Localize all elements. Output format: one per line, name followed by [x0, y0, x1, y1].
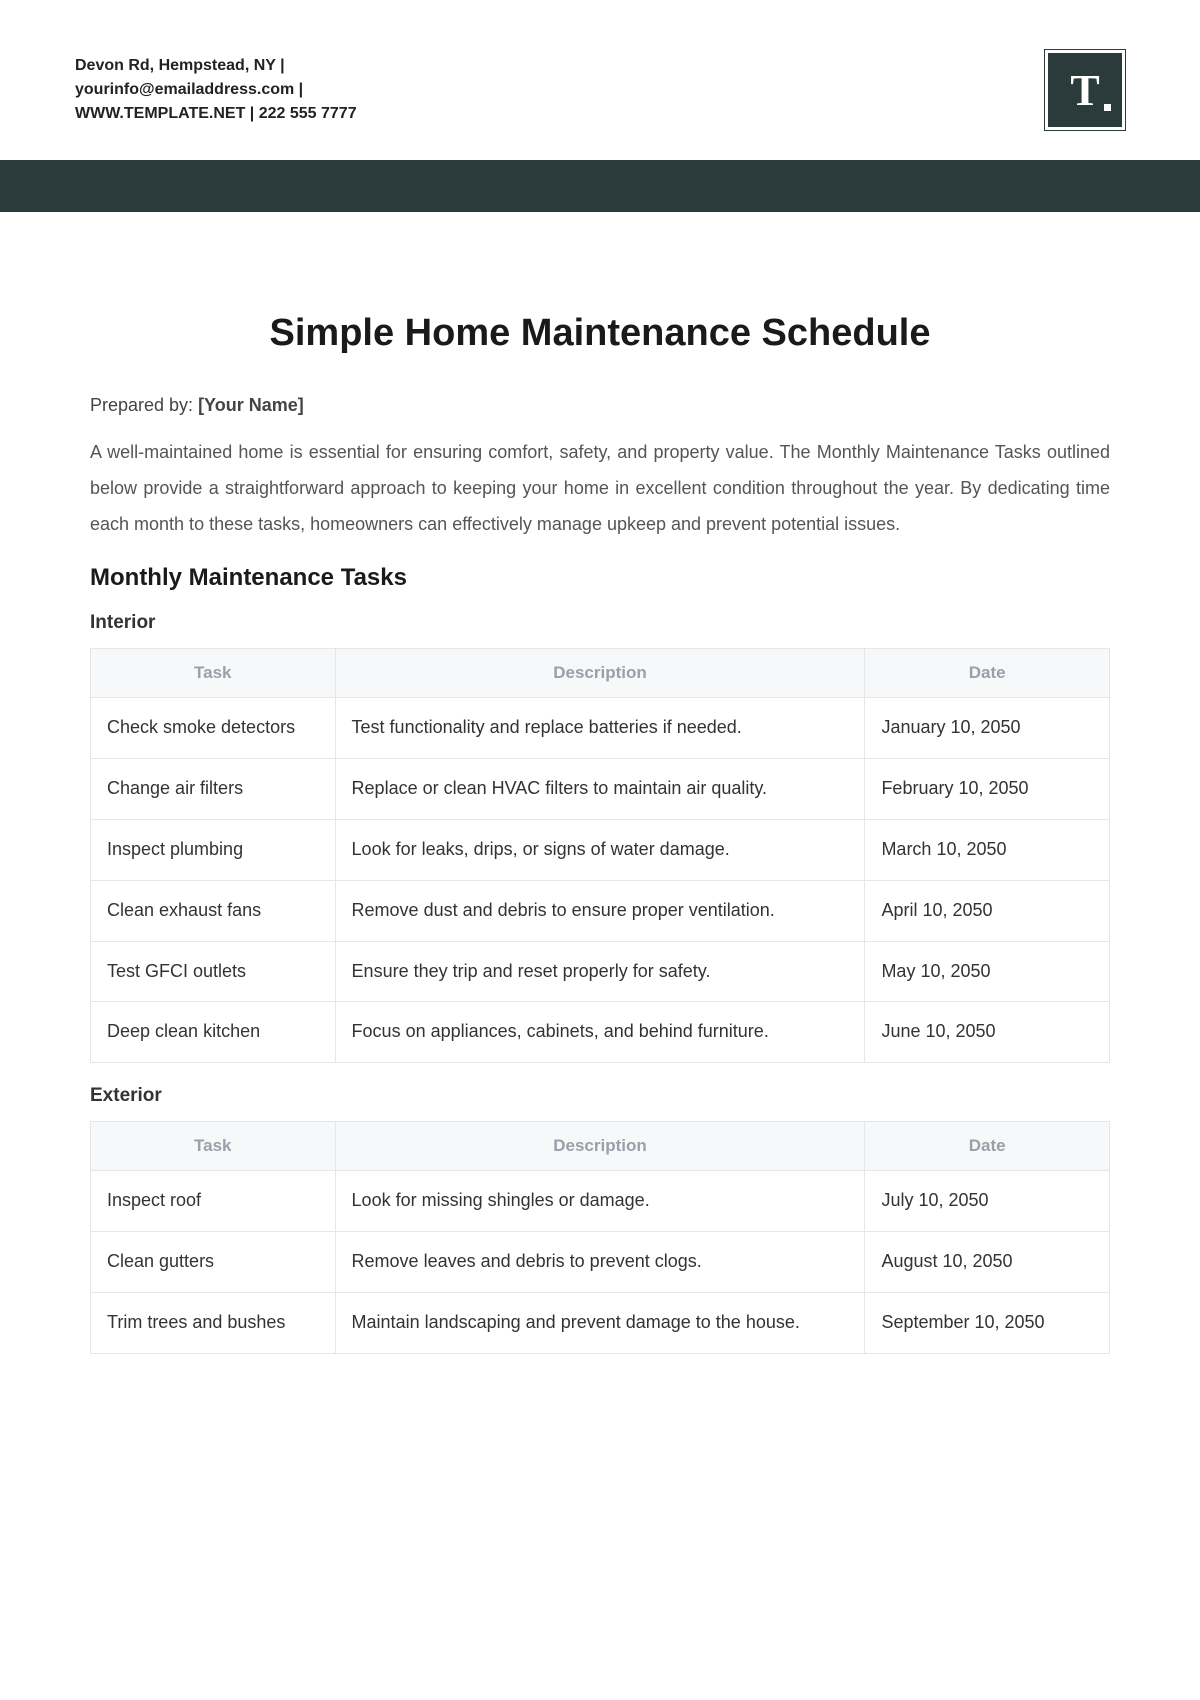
col-task: Task — [91, 649, 336, 698]
cell-task: Check smoke detectors — [91, 698, 336, 759]
cell-task: Clean exhaust fans — [91, 880, 336, 941]
cell-description: Remove dust and debris to ensure proper … — [335, 880, 865, 941]
cell-task: Clean gutters — [91, 1232, 336, 1293]
cell-task: Trim trees and bushes — [91, 1293, 336, 1354]
contact-info: Devon Rd, Hempstead, NY | yourinfo@email… — [75, 54, 357, 126]
table-row: Trim trees and bushes Maintain landscapi… — [91, 1293, 1110, 1354]
table-row: Change air filters Replace or clean HVAC… — [91, 758, 1110, 819]
cell-date: August 10, 2050 — [865, 1232, 1110, 1293]
logo-letter: T — [1070, 65, 1099, 116]
table-row: Test GFCI outlets Ensure they trip and r… — [91, 941, 1110, 1002]
table-row: Deep clean kitchen Focus on appliances, … — [91, 1002, 1110, 1063]
col-task: Task — [91, 1122, 336, 1171]
cell-task: Deep clean kitchen — [91, 1002, 336, 1063]
cell-date: February 10, 2050 — [865, 758, 1110, 819]
table-row: Inspect plumbing Look for leaks, drips, … — [91, 819, 1110, 880]
divider-bar — [0, 160, 1200, 212]
cell-date: March 10, 2050 — [865, 819, 1110, 880]
cell-description: Focus on appliances, cabinets, and behin… — [335, 1002, 865, 1063]
interior-table: Task Description Date Check smoke detect… — [90, 648, 1110, 1063]
cell-date: January 10, 2050 — [865, 698, 1110, 759]
col-date: Date — [865, 649, 1110, 698]
contact-line-1: Devon Rd, Hempstead, NY | — [75, 54, 357, 78]
table-header-row: Task Description Date — [91, 1122, 1110, 1171]
table-row: Inspect roof Look for missing shingles o… — [91, 1171, 1110, 1232]
col-description: Description — [335, 1122, 865, 1171]
cell-description: Replace or clean HVAC filters to maintai… — [335, 758, 865, 819]
cell-date: June 10, 2050 — [865, 1002, 1110, 1063]
cell-task: Inspect plumbing — [91, 819, 336, 880]
cell-task: Change air filters — [91, 758, 336, 819]
col-description: Description — [335, 649, 865, 698]
cell-date: May 10, 2050 — [865, 941, 1110, 1002]
table-header-row: Task Description Date — [91, 649, 1110, 698]
cell-description: Test functionality and replace batteries… — [335, 698, 865, 759]
cell-description: Look for missing shingles or damage. — [335, 1171, 865, 1232]
page-title: Simple Home Maintenance Schedule — [90, 312, 1110, 355]
cell-task: Test GFCI outlets — [91, 941, 336, 1002]
interior-heading: Interior — [90, 612, 1110, 634]
intro-paragraph: A well-maintained home is essential for … — [90, 434, 1110, 542]
contact-line-3: WWW.TEMPLATE.NET | 222 555 7777 — [75, 102, 357, 126]
prepared-by-line: Prepared by: [Your Name] — [90, 395, 1110, 416]
cell-task: Inspect roof — [91, 1171, 336, 1232]
col-date: Date — [865, 1122, 1110, 1171]
cell-description: Ensure they trip and reset properly for … — [335, 941, 865, 1002]
cell-description: Look for leaks, drips, or signs of water… — [335, 819, 865, 880]
prepared-by-value: [Your Name] — [198, 395, 304, 415]
document-header: Devon Rd, Hempstead, NY | yourinfo@email… — [0, 0, 1200, 160]
cell-description: Remove leaves and debris to prevent clog… — [335, 1232, 865, 1293]
prepared-by-label: Prepared by: — [90, 395, 198, 415]
exterior-table: Task Description Date Inspect roof Look … — [90, 1121, 1110, 1354]
table-row: Clean exhaust fans Remove dust and debri… — [91, 880, 1110, 941]
table-row: Clean gutters Remove leaves and debris t… — [91, 1232, 1110, 1293]
exterior-heading: Exterior — [90, 1085, 1110, 1107]
cell-date: July 10, 2050 — [865, 1171, 1110, 1232]
cell-date: September 10, 2050 — [865, 1293, 1110, 1354]
document-body: Simple Home Maintenance Schedule Prepare… — [0, 212, 1200, 1416]
logo-dot-icon — [1104, 104, 1111, 111]
table-row: Check smoke detectors Test functionality… — [91, 698, 1110, 759]
cell-description: Maintain landscaping and prevent damage … — [335, 1293, 865, 1354]
section-heading: Monthly Maintenance Tasks — [90, 564, 1110, 592]
brand-logo: T — [1045, 50, 1125, 130]
cell-date: April 10, 2050 — [865, 880, 1110, 941]
contact-line-2: yourinfo@emailaddress.com | — [75, 78, 357, 102]
